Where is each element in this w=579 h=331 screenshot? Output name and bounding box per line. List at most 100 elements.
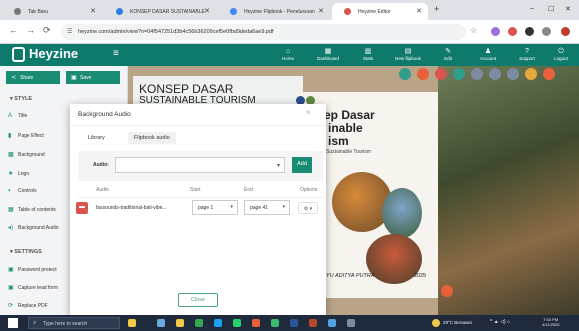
site-info-icon[interactable]: ☰ bbox=[67, 28, 72, 35]
tab-close-icon[interactable]: ✕ bbox=[204, 7, 210, 15]
end-page-select[interactable]: page 41 ▾ bbox=[244, 200, 290, 215]
sidebar-item-title[interactable]: A Title bbox=[8, 113, 27, 119]
chrome-icon[interactable] bbox=[195, 319, 203, 327]
address-bar-row: ← → ⟳ ☰ heyzine.com/admin/view?n=04f5472… bbox=[0, 20, 579, 44]
app-logo[interactable]: Heyzine bbox=[29, 46, 78, 61]
tab-label: Tab Baru bbox=[28, 9, 49, 15]
search-icon: ⌕ bbox=[33, 320, 37, 326]
powerpoint-icon[interactable] bbox=[309, 319, 317, 327]
nav-label: Home bbox=[281, 56, 294, 61]
browser-tab-heyzine-editor[interactable]: Heyzine Editor ✕ bbox=[332, 3, 428, 20]
minimize-button[interactable]: – bbox=[530, 5, 534, 12]
sidebar-item-controls[interactable]: ◐ Controls bbox=[8, 188, 37, 194]
audio-select[interactable]: ▾ bbox=[115, 157, 285, 173]
app-icon[interactable] bbox=[252, 319, 260, 327]
nav-dashboard[interactable]: ▦ Dashboard bbox=[308, 48, 348, 61]
tab-close-icon[interactable]: ✕ bbox=[416, 7, 422, 15]
task-view-icon[interactable] bbox=[157, 319, 165, 327]
extension-icon[interactable] bbox=[508, 27, 517, 36]
control-icon[interactable] bbox=[435, 68, 447, 80]
save-button[interactable]: ▣ Save bbox=[66, 71, 120, 84]
app-icon[interactable] bbox=[271, 319, 279, 327]
sidebar-item-label: Page Effect bbox=[18, 133, 44, 139]
settings-section-heading[interactable]: ▾ SETTINGS bbox=[10, 249, 42, 255]
share-button[interactable]: ≺ Share bbox=[6, 71, 60, 84]
extension-icon[interactable] bbox=[525, 27, 534, 36]
control-icon[interactable] bbox=[507, 68, 519, 80]
new-tab-button[interactable]: + bbox=[434, 4, 439, 14]
tab-close-icon[interactable]: ✕ bbox=[90, 7, 96, 15]
sidebar-item-background-audio[interactable]: ◂) Background Audio bbox=[8, 224, 59, 231]
style-section-heading[interactable]: ▾ STYLE bbox=[10, 96, 32, 102]
sidebar-item-label: Title bbox=[18, 113, 28, 119]
sidebar-item-capture-lead-form[interactable]: ▣ Capture lead form bbox=[8, 284, 58, 291]
add-button[interactable]: Add bbox=[292, 157, 312, 173]
next-page-icon[interactable] bbox=[441, 285, 453, 297]
sidebar-item-replace-pdf[interactable]: ⟳ Replace PDF bbox=[8, 302, 48, 309]
save-label: Save bbox=[80, 75, 92, 81]
control-icon[interactable] bbox=[543, 68, 555, 80]
home-icon: ⌂ bbox=[285, 48, 291, 55]
window-close-button[interactable]: ✕ bbox=[565, 5, 571, 13]
weather-status[interactable]: 29°C Berawan bbox=[443, 320, 472, 325]
browser-tab-google[interactable]: Heyzine Flipbook - Penelusuran ✕ bbox=[218, 3, 330, 20]
sidebar-item-table-of-contents[interactable]: ▦ Table of contents bbox=[8, 206, 56, 213]
control-icon[interactable] bbox=[453, 68, 465, 80]
app-icon[interactable] bbox=[347, 319, 355, 327]
url-input[interactable]: ☰ heyzine.com/admin/view?n=04f547251d3b4… bbox=[61, 24, 466, 40]
start-page-value: page 1 bbox=[198, 205, 214, 211]
profile-avatar[interactable] bbox=[561, 27, 570, 36]
forward-arrow-icon[interactable]: → bbox=[26, 25, 35, 35]
browser-tab-new[interactable]: Tab Baru ✕ bbox=[2, 3, 102, 20]
column-header-audio: Audio bbox=[96, 187, 109, 193]
delete-track-button[interactable]: ▬ bbox=[76, 202, 88, 214]
sidebar-item-label: Table of contents bbox=[18, 207, 56, 213]
sidebar-item-background[interactable]: ▩ Background bbox=[8, 151, 45, 158]
back-arrow-icon[interactable]: ← bbox=[9, 25, 18, 35]
sidebar-item-logo[interactable]: ★ Logo bbox=[8, 170, 29, 177]
track-options-button[interactable]: ⚙ ▾ bbox=[298, 202, 318, 214]
speaker-icon: ◂) bbox=[8, 225, 14, 231]
extension-icon[interactable] bbox=[491, 27, 500, 36]
start-page-select[interactable]: page 1 ▾ bbox=[192, 200, 238, 215]
edge-icon[interactable] bbox=[214, 319, 222, 327]
app-icon[interactable] bbox=[328, 319, 336, 327]
menu-icon[interactable]: ≡ bbox=[113, 48, 119, 59]
widget-icon[interactable] bbox=[128, 319, 136, 327]
nav-logout[interactable]: ⏻ Logout bbox=[544, 48, 578, 61]
reload-icon[interactable]: ⟳ bbox=[43, 25, 51, 36]
tab-library[interactable]: Library bbox=[82, 132, 111, 144]
tab-flipbook-audio[interactable]: Flipbook audio bbox=[128, 132, 176, 144]
sidebar-item-page-effect[interactable]: ▮ Page Effect bbox=[8, 132, 44, 139]
taskbar-clock[interactable]: 7:02 PM 4/11/2025 bbox=[542, 317, 560, 327]
weather-icon[interactable] bbox=[432, 319, 440, 327]
sidebar-item-password-protect[interactable]: ▣ Password protect bbox=[8, 266, 57, 273]
chevron-down-icon: ▾ bbox=[276, 163, 280, 169]
nav-label: Dashboard bbox=[316, 56, 339, 61]
maximize-button[interactable]: ☐ bbox=[548, 5, 554, 13]
control-icon[interactable] bbox=[399, 68, 411, 80]
control-icon[interactable] bbox=[525, 68, 537, 80]
browser-tab-konsep[interactable]: KONSEP DASAR SUSTAINABLE ✕ bbox=[104, 3, 216, 20]
extensions-puzzle-icon[interactable] bbox=[542, 27, 551, 36]
nav-support[interactable]: ? Support bbox=[507, 48, 547, 61]
close-icon[interactable]: × bbox=[306, 108, 311, 117]
taskbar-search-input[interactable]: ⌕ Type here to search bbox=[28, 317, 120, 329]
file-explorer-icon[interactable] bbox=[176, 319, 184, 327]
word-icon[interactable] bbox=[290, 319, 298, 327]
control-icon[interactable] bbox=[489, 68, 501, 80]
nav-stats[interactable]: ▥ Stats bbox=[348, 48, 388, 61]
bookmark-star-icon[interactable]: ☆ bbox=[470, 26, 477, 35]
control-icon[interactable] bbox=[471, 68, 483, 80]
tab-close-icon[interactable]: ✕ bbox=[318, 7, 324, 15]
close-button[interactable]: Close bbox=[178, 293, 218, 307]
background-photo bbox=[438, 66, 579, 315]
windows-start-icon[interactable] bbox=[8, 318, 18, 328]
nav-edit[interactable]: ✎ Edit bbox=[428, 48, 468, 61]
whatsapp-icon[interactable] bbox=[233, 319, 241, 327]
nav-home[interactable]: ⌂ Home bbox=[268, 48, 308, 61]
system-tray-icon[interactable]: ^ ▲ ◁) ⌂ bbox=[490, 319, 510, 325]
nav-new-flipbook[interactable]: ▤ New flipbook bbox=[388, 48, 428, 61]
nav-account[interactable]: ♟ Account bbox=[468, 48, 508, 61]
control-icon[interactable] bbox=[417, 68, 429, 80]
